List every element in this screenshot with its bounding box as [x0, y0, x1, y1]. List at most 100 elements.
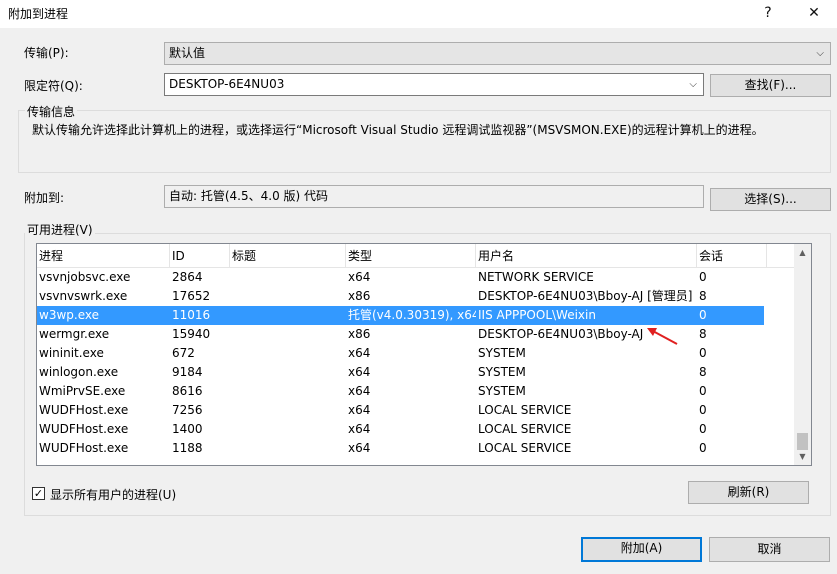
red-arrow-icon [647, 328, 678, 345]
transport-info-group-label: 传输信息 [25, 103, 78, 120]
attach-to-value: 自动: 托管(4.5、4.0 版) 代码 [164, 185, 704, 208]
cell-type: x64 [348, 346, 371, 360]
cell-title [230, 287, 346, 306]
cell-title [230, 439, 346, 458]
cell-id: 9184 [172, 365, 203, 379]
cell-session: 8 [699, 365, 707, 379]
show-all-users-label[interactable]: 显示所有用户的进程(U) [50, 486, 176, 503]
cell-process: vsvnjobsvc.exe [39, 270, 131, 284]
cell-user: LOCAL SERVICE [478, 441, 572, 455]
process-rows: vsvnjobsvc.exe 2864 x64 NETWORK SERVICE 0 vsv… [37, 268, 764, 458]
scroll-up-icon[interactable]: ▲ [794, 244, 811, 261]
transport-info-text: 默认传输允许选择此计算机上的进程，或选择运行“Microsoft Visual … [32, 123, 764, 137]
cell-session: 0 [699, 270, 707, 284]
cell-type: x64 [348, 441, 371, 455]
cell-process: WUDFHost.exe [39, 441, 129, 455]
cell-title [230, 268, 346, 287]
cell-title [230, 306, 346, 325]
cell-type: x64 [348, 403, 371, 417]
help-button[interactable]: ? [748, 0, 788, 28]
column-header-title[interactable]: 标题 [230, 244, 346, 268]
chevron-down-icon: ⌵ [816, 48, 824, 59]
cell-session: 0 [699, 441, 707, 455]
find-button[interactable]: 查找(F)... [710, 74, 831, 97]
cell-process: wermgr.exe [39, 327, 110, 341]
cell-type: x64 [348, 270, 371, 284]
cell-process: winlogon.exe [39, 365, 119, 379]
cell-title [230, 382, 346, 401]
cell-user: LOCAL SERVICE [478, 422, 572, 436]
qualifier-value: DESKTOP-6E4NU03 [169, 77, 285, 91]
table-row[interactable]: winlogon.exe 9184 x64 SYSTEM 8 [37, 363, 764, 382]
process-list-scrollbar[interactable]: ▲ ▼ [794, 244, 811, 465]
cell-session: 0 [699, 346, 707, 360]
cell-user: SYSTEM [478, 384, 526, 398]
cell-id: 1188 [172, 441, 203, 455]
column-header-id[interactable]: ID [170, 244, 230, 268]
cell-id: 15940 [172, 327, 211, 341]
cell-title [230, 325, 346, 344]
table-row[interactable]: WmiPrvSE.exe 8616 x64 SYSTEM 0 [37, 382, 764, 401]
transport-value: 默认值 [169, 46, 206, 60]
cell-user: LOCAL SERVICE [478, 403, 572, 417]
cell-session: 8 [699, 327, 707, 341]
window-title: 附加到进程 [8, 7, 69, 21]
attach-button[interactable]: 附加(A) [581, 537, 702, 562]
cell-user: DESKTOP-6E4NU03\Bboy-AJ [管理员] [478, 289, 693, 303]
cell-process: w3wp.exe [39, 308, 99, 322]
cell-type: x86 [348, 289, 371, 303]
cell-type: 托管(v4.0.30319), x64 [348, 308, 476, 322]
table-row[interactable]: w3wp.exe 11016 托管(v4.0.30319), x64 IIS APPP… [37, 306, 764, 325]
close-button[interactable]: ✕ [794, 0, 834, 28]
column-header-type[interactable]: 类型 [346, 244, 476, 268]
table-row[interactable]: vsvnvswrk.exe 17652 x86 DESKTOP-6E4NU03\Bbo… [37, 287, 764, 306]
table-row[interactable]: WUDFHost.exe 1188 x64 LOCAL SERVICE 0 [37, 439, 764, 458]
cell-user: SYSTEM [478, 365, 526, 379]
transport-info-group [18, 110, 831, 173]
cell-type: x64 [348, 384, 371, 398]
transport-select[interactable]: 默认值 ⌵ [164, 42, 831, 65]
table-row[interactable]: WUDFHost.exe 1400 x64 LOCAL SERVICE 0 [37, 420, 764, 439]
cell-process: WmiPrvSE.exe [39, 384, 126, 398]
refresh-button[interactable]: 刷新(R) [688, 481, 809, 504]
title-bar: 附加到进程 ? ✕ [0, 0, 837, 28]
chevron-down-icon: ⌵ [689, 79, 697, 90]
cell-id: 672 [172, 346, 195, 360]
attach-to-label: 附加到: [24, 191, 65, 205]
available-processes-group-label: 可用进程(V) [25, 221, 95, 238]
process-list[interactable]: 进程 ID 标题 类型 用户名 会话 vsvnjobsvc.exe 2864 x64… [36, 243, 812, 466]
select-button[interactable]: 选择(S)... [710, 188, 831, 211]
cell-process: WUDFHost.exe [39, 422, 129, 436]
column-header-user[interactable]: 用户名 [476, 244, 697, 268]
cell-user: NETWORK SERVICE [478, 270, 594, 284]
cell-id: 17652 [172, 289, 211, 303]
cell-title [230, 401, 346, 420]
process-list-header: 进程 ID 标题 类型 用户名 会话 [37, 244, 794, 268]
cell-title [230, 363, 346, 382]
cell-id: 11016 [172, 308, 211, 322]
cell-process: vsvnvswrk.exe [39, 289, 128, 303]
column-header-process[interactable]: 进程 [37, 244, 170, 268]
table-row[interactable]: WUDFHost.exe 7256 x64 LOCAL SERVICE 0 [37, 401, 764, 420]
cell-session: 0 [699, 308, 707, 322]
show-all-users-checkbox[interactable]: ✓ [32, 487, 45, 500]
cell-process: WUDFHost.exe [39, 403, 129, 417]
table-row[interactable]: vsvnjobsvc.exe 2864 x64 NETWORK SERVICE 0 [37, 268, 764, 287]
cell-process: wininit.exe [39, 346, 104, 360]
scroll-down-icon[interactable]: ▼ [794, 448, 811, 465]
cell-session: 8 [699, 289, 707, 303]
cell-type: x64 [348, 422, 371, 436]
cancel-button[interactable]: 取消 [709, 537, 830, 562]
cell-user: IIS APPPOOL\Weixin [478, 308, 596, 322]
cell-id: 1400 [172, 422, 203, 436]
column-header-session[interactable]: 会话 [697, 244, 767, 268]
cell-id: 7256 [172, 403, 203, 417]
cell-session: 0 [699, 422, 707, 436]
cell-type: x64 [348, 365, 371, 379]
cell-id: 2864 [172, 270, 203, 284]
qualifier-combobox[interactable]: DESKTOP-6E4NU03 ⌵ [164, 73, 704, 96]
check-icon: ✓ [33, 487, 44, 500]
transport-label: 传输(P): [24, 46, 69, 60]
qualifier-label: 限定符(Q): [24, 79, 83, 93]
cell-type: x86 [348, 327, 371, 341]
